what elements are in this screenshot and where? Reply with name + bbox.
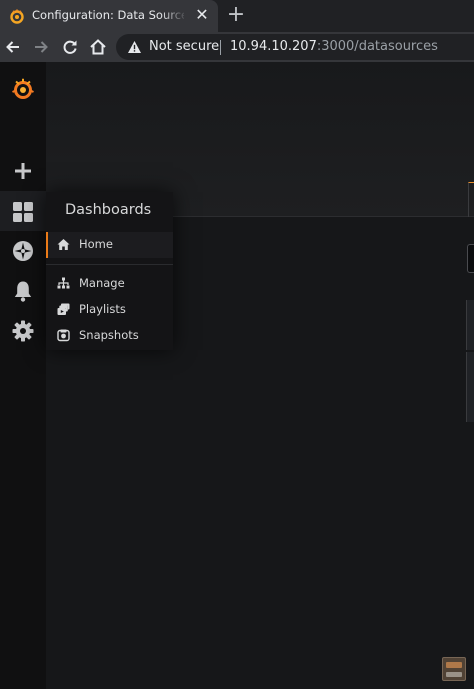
menu-item-manage[interactable]: Manage bbox=[46, 271, 173, 297]
browser-tab[interactable]: Configuration: Data Sources - Grafana ✕ bbox=[0, 0, 218, 32]
menu-item-snapshots[interactable]: Snapshots bbox=[46, 323, 173, 349]
grafana-sidebar bbox=[0, 62, 46, 689]
menu-item-playlists[interactable]: Playlists bbox=[46, 297, 173, 323]
playlist-icon bbox=[57, 303, 70, 315]
menu-item-label: Manage bbox=[79, 276, 125, 290]
tab-title-fade bbox=[160, 4, 188, 28]
configuration-gear-icon bbox=[12, 320, 34, 342]
watermark-logo bbox=[442, 657, 466, 681]
omnibox[interactable]: Not secure 10.94.10.207:3000/datasources bbox=[116, 34, 474, 60]
reload-icon[interactable] bbox=[59, 36, 81, 58]
search-input-edge[interactable] bbox=[467, 244, 474, 273]
grafana-logo-icon bbox=[12, 78, 34, 99]
datasource-card-edge[interactable] bbox=[466, 300, 474, 350]
sidebar-explore-button[interactable] bbox=[0, 230, 46, 270]
omnibox-separator bbox=[220, 40, 221, 55]
tab-close-icon[interactable]: ✕ bbox=[194, 6, 210, 24]
menu-item-label: Playlists bbox=[79, 302, 126, 316]
sidebar-create-button[interactable] bbox=[0, 150, 46, 190]
alerting-bell-icon bbox=[14, 281, 32, 302]
new-tab-plus-icon[interactable]: + bbox=[226, 3, 246, 27]
url-host: 10.94.10.207 bbox=[230, 39, 317, 54]
menu-item-label: Snapshots bbox=[79, 328, 139, 342]
warning-triangle-icon[interactable] bbox=[127, 40, 142, 54]
url-path: :3000/datasources bbox=[316, 39, 438, 54]
menu-item-home[interactable]: Home bbox=[46, 232, 173, 258]
home-icon[interactable] bbox=[87, 36, 109, 58]
grafana-home-logo[interactable] bbox=[0, 68, 46, 108]
dashboards-dropdown-menu: Dashboards Home Manage Playlists Snapsho… bbox=[46, 192, 173, 350]
back-arrow-icon[interactable] bbox=[2, 36, 24, 58]
sidebar-dashboards-button[interactable] bbox=[0, 191, 46, 231]
camera-icon bbox=[57, 329, 70, 342]
datasource-card-edge[interactable] bbox=[466, 352, 474, 422]
menu-item-label: Home bbox=[79, 237, 113, 251]
browser-toolbar: Not secure 10.94.10.207:3000/datasources bbox=[0, 32, 474, 62]
browser-tab-strip: Configuration: Data Sources - Grafana ✕ … bbox=[0, 0, 474, 32]
active-tab-edge bbox=[468, 182, 474, 217]
grafana-favicon-icon bbox=[10, 9, 24, 24]
sitemap-icon bbox=[57, 277, 70, 289]
plus-icon bbox=[15, 163, 31, 179]
menu-divider bbox=[46, 264, 173, 265]
forward-arrow-icon[interactable] bbox=[30, 36, 52, 58]
menu-title[interactable]: Dashboards bbox=[65, 202, 151, 218]
sidebar-configuration-button[interactable] bbox=[0, 310, 46, 350]
sidebar-alerting-button[interactable] bbox=[0, 270, 46, 310]
dashboards-grid-icon bbox=[13, 202, 33, 222]
not-secure-label[interactable]: Not secure bbox=[149, 39, 219, 54]
home-icon bbox=[57, 239, 70, 250]
explore-compass-icon bbox=[13, 241, 33, 261]
url-text[interactable]: 10.94.10.207:3000/datasources bbox=[230, 39, 438, 54]
